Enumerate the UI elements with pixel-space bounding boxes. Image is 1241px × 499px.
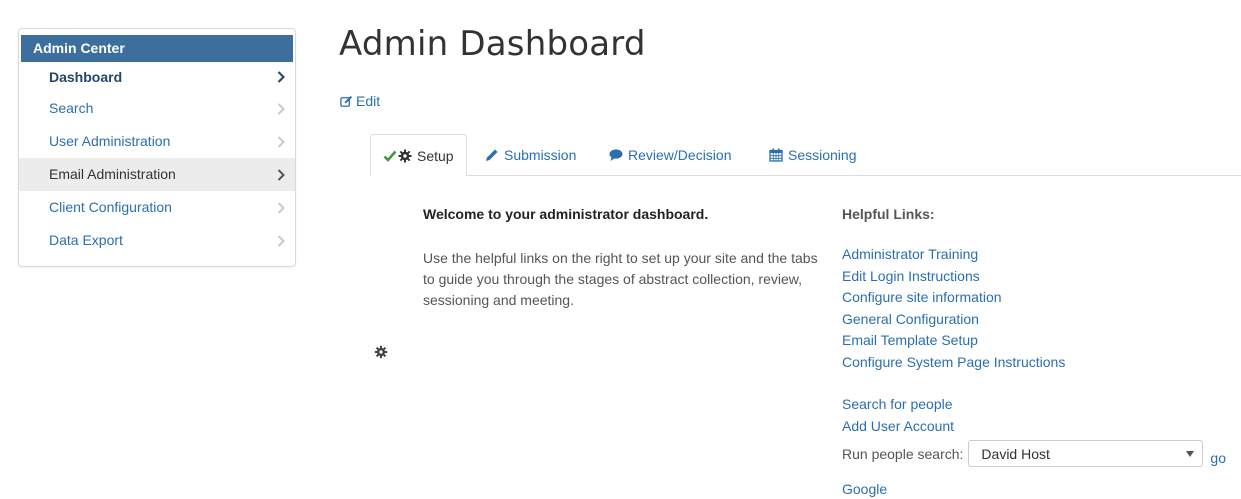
link-email-template-setup[interactable]: Email Template Setup [842, 330, 1065, 352]
chevron-right-icon [275, 62, 287, 92]
sidebar-item-label: User Administration [49, 133, 171, 149]
gear-icon [398, 149, 412, 163]
tab-label: Submission [504, 147, 577, 163]
sidebar-item-user-administration[interactable]: User Administration [19, 125, 295, 158]
tab-sessioning[interactable]: Sessioning [757, 134, 869, 176]
settings-gear-icon[interactable] [374, 345, 388, 359]
link-edit-login-instructions[interactable]: Edit Login Instructions [842, 266, 1065, 288]
sidebar-item-label: Data Export [49, 232, 123, 248]
pencil-icon [485, 148, 499, 162]
people-search-row: Run people search: David Host go [842, 440, 1226, 467]
tab-label: Review/Decision [628, 147, 732, 163]
sidebar-header: Admin Center [21, 35, 293, 62]
chevron-right-icon [275, 92, 287, 125]
welcome-body: Use the helpful links on the right to se… [423, 250, 818, 308]
link-administrator-training[interactable]: Administrator Training [842, 244, 1065, 266]
helpful-links-list: Administrator Training Edit Login Instru… [842, 244, 1065, 373]
comment-icon [609, 148, 623, 162]
edit-link[interactable]: Edit [340, 93, 380, 109]
page-title: Admin Dashboard [339, 24, 646, 64]
dropdown-caret-icon [1186, 450, 1195, 457]
chevron-right-icon [275, 224, 287, 257]
link-google[interactable]: Google [842, 481, 887, 497]
link-configure-system-page-instructions[interactable]: Configure System Page Instructions [842, 352, 1065, 374]
people-links-list: Search for people Add User Account [842, 394, 954, 437]
welcome-title: Welcome to your administrator dashboard. [423, 206, 709, 222]
link-add-user-account[interactable]: Add User Account [842, 416, 954, 438]
dashboard-tabs: Setup Submission Review/Decision Session… [370, 134, 1241, 177]
sidebar-item-dashboard[interactable]: Dashboard [19, 62, 295, 92]
tab-label: Sessioning [788, 147, 857, 163]
sidebar-item-data-export[interactable]: Data Export [19, 224, 295, 257]
people-search-select[interactable]: David Host [968, 440, 1204, 467]
check-icon [383, 149, 397, 163]
chevron-right-icon [275, 158, 287, 191]
link-search-for-people[interactable]: Search for people [842, 394, 954, 416]
edit-icon [340, 95, 353, 107]
chevron-right-icon [275, 125, 287, 158]
link-configure-site-information[interactable]: Configure site information [842, 287, 1065, 309]
sidebar-item-label: Email Administration [49, 166, 176, 182]
tab-submission[interactable]: Submission [473, 134, 588, 176]
link-general-configuration[interactable]: General Configuration [842, 309, 1065, 331]
sidebar-item-label: Client Configuration [49, 199, 172, 215]
chevron-right-icon [275, 191, 287, 224]
calendar-icon [769, 148, 783, 162]
admin-sidebar: Admin Center Dashboard Search User Admin… [18, 28, 296, 267]
go-link[interactable]: go [1210, 450, 1226, 466]
sidebar-item-label: Search [49, 100, 94, 116]
sidebar-item-search[interactable]: Search [19, 92, 295, 125]
sidebar-item-email-administration[interactable]: Email Administration [19, 158, 295, 191]
people-search-selected: David Host [981, 445, 1050, 462]
edit-label: Edit [356, 93, 381, 109]
people-search-label: Run people search: [842, 445, 964, 462]
tab-label: Setup [417, 147, 454, 164]
helpful-links-title: Helpful Links: [842, 206, 935, 222]
sidebar-item-label: Dashboard [49, 69, 123, 85]
sidebar-item-client-configuration[interactable]: Client Configuration [19, 191, 295, 224]
tab-setup[interactable]: Setup [370, 134, 467, 177]
tab-review-decision[interactable]: Review/Decision [597, 134, 743, 176]
